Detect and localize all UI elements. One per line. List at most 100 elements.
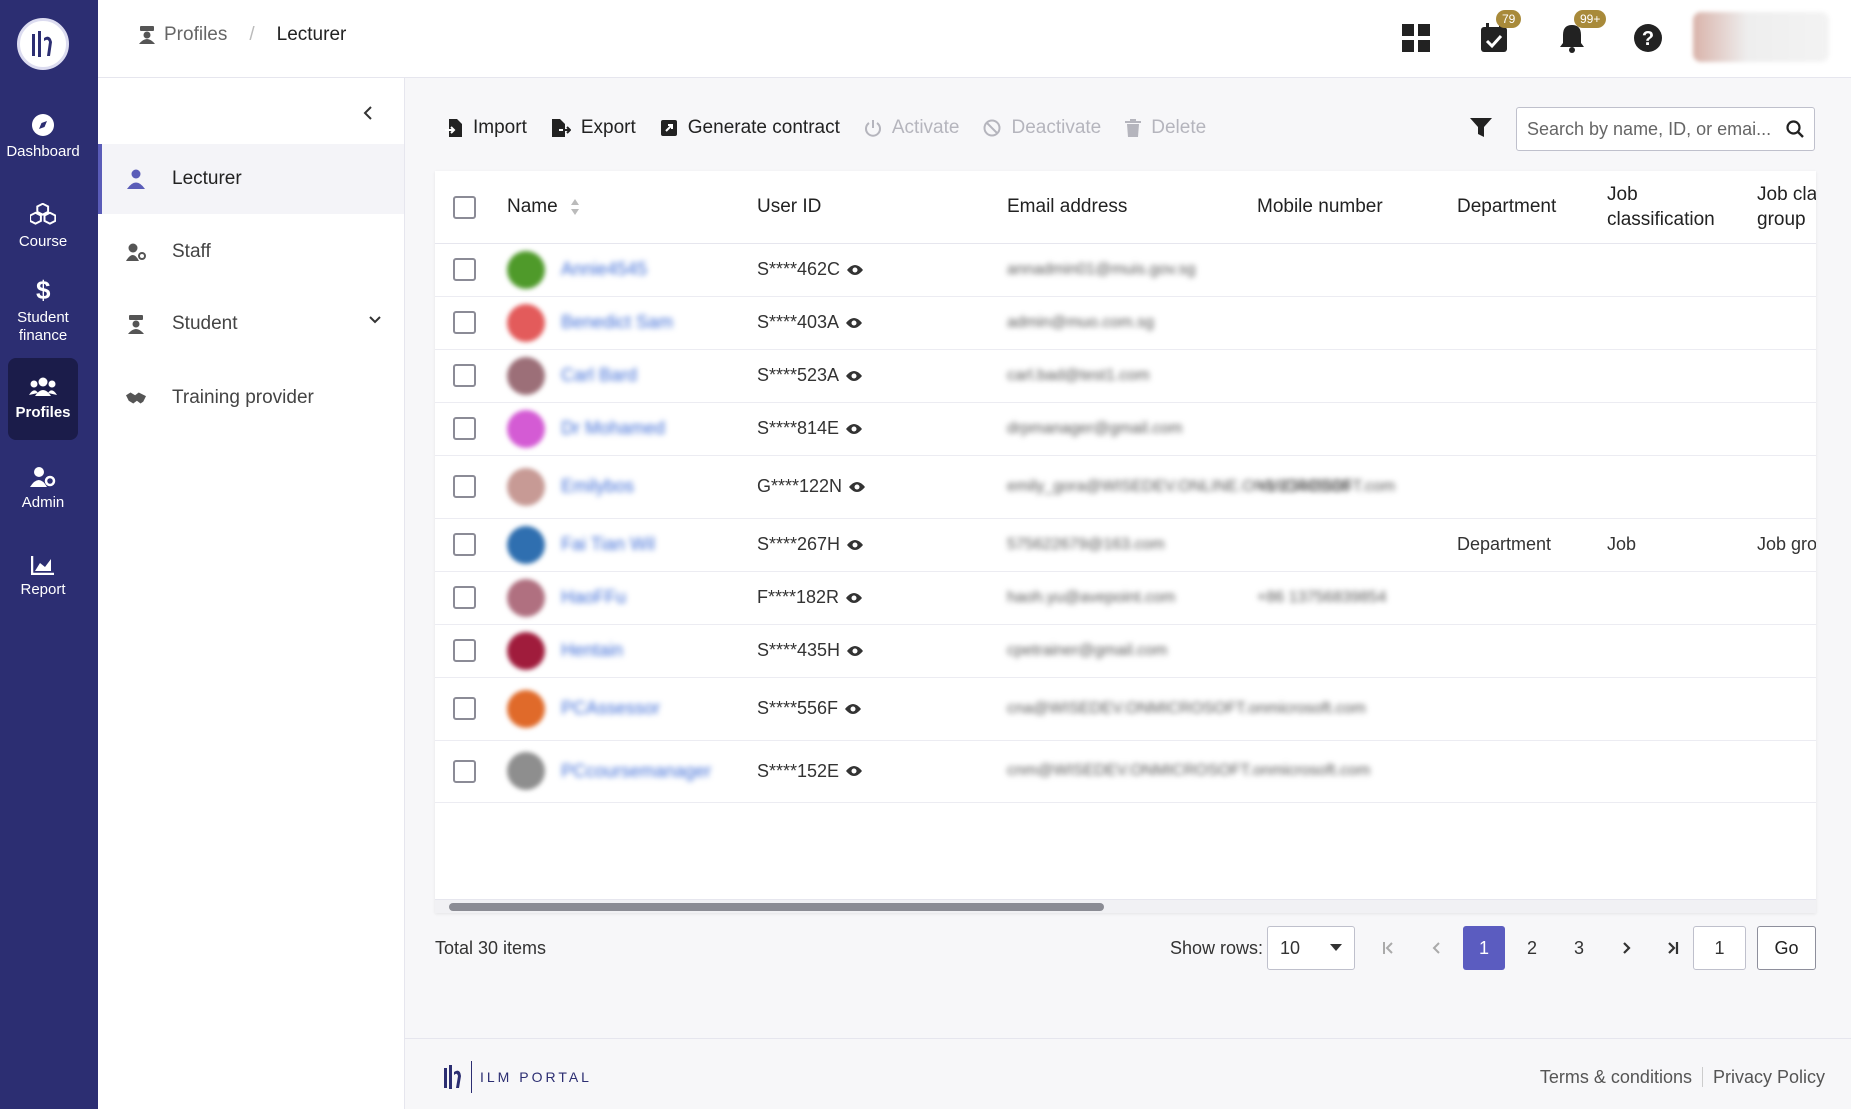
table-row[interactable]: Carl Bard S****523A carl.bad@test1.com bbox=[435, 349, 1816, 403]
row-checkbox[interactable] bbox=[453, 533, 476, 556]
table-row[interactable]: Dr Mohamed S****814E drpmanager@gmail.com bbox=[435, 402, 1816, 456]
total-items: Total 30 items bbox=[435, 938, 547, 958]
trash-icon bbox=[1125, 119, 1142, 137]
select-all-checkbox[interactable] bbox=[453, 195, 476, 219]
eye-icon[interactable] bbox=[845, 317, 863, 329]
page-3-button[interactable]: 3 bbox=[1558, 926, 1600, 970]
row-checkbox[interactable] bbox=[453, 475, 476, 498]
go-button[interactable]: Go bbox=[1757, 926, 1816, 970]
eye-icon[interactable] bbox=[845, 370, 863, 382]
table-row[interactable]: Hentain S****435H cpetrainer@gmail.com bbox=[435, 624, 1816, 678]
search-input[interactable] bbox=[1527, 118, 1786, 140]
goto-page-input[interactable]: 1 bbox=[1693, 926, 1746, 970]
row-checkbox[interactable] bbox=[453, 258, 476, 281]
row-checkbox[interactable] bbox=[453, 364, 476, 387]
scrollbar-thumb[interactable] bbox=[449, 903, 1104, 911]
lecturer-name-link[interactable]: Fai Tian Wil bbox=[561, 534, 655, 555]
horizontal-scrollbar[interactable] bbox=[435, 899, 1816, 913]
eye-icon[interactable] bbox=[846, 645, 864, 657]
table-row[interactable]: Fai Tian Wil S****267H 575622679@163.com De… bbox=[435, 518, 1816, 572]
handshake-icon bbox=[126, 392, 146, 404]
privacy-link[interactable]: Privacy Policy bbox=[1713, 1067, 1825, 1088]
subnav-item-training-provider[interactable]: Training provider bbox=[98, 363, 404, 433]
table-row[interactable]: Emilybos G****122N emily_gora@WISEDEV.ONLI… bbox=[435, 455, 1816, 519]
rail-item-course[interactable]: Course bbox=[8, 186, 78, 268]
breadcrumb-profiles[interactable]: Profiles bbox=[164, 24, 227, 46]
collapse-sidebar-button[interactable] bbox=[353, 98, 383, 128]
main-nav-rail: Dashboard Course $ Student finance Profi… bbox=[0, 0, 98, 1109]
app-logo[interactable] bbox=[17, 18, 69, 70]
row-checkbox[interactable] bbox=[453, 417, 476, 440]
delete-button[interactable]: Delete bbox=[1125, 117, 1206, 139]
export-button[interactable]: Export bbox=[551, 117, 636, 139]
page-1-button[interactable]: 1 bbox=[1463, 926, 1505, 970]
table-row[interactable]: HaoFFu F****182R haoh.yu@avepoint.com +86 1… bbox=[435, 571, 1816, 625]
notifications-button[interactable]: 99+ bbox=[1552, 10, 1607, 58]
eye-icon[interactable] bbox=[848, 481, 866, 493]
eye-icon[interactable] bbox=[844, 703, 862, 715]
lecturer-name-link[interactable]: HaoFFu bbox=[561, 587, 626, 608]
eye-icon[interactable] bbox=[845, 592, 863, 604]
rail-item-student-finance[interactable]: $ Student finance bbox=[8, 270, 78, 352]
subnav-item-lecturer[interactable]: Lecturer bbox=[98, 144, 404, 214]
rows-per-page-select[interactable]: 10 bbox=[1267, 926, 1355, 970]
next-page-button[interactable] bbox=[1606, 926, 1648, 970]
lecturer-name-link[interactable]: PCcoursemanager bbox=[561, 761, 711, 782]
rail-item-profiles[interactable]: Profiles bbox=[8, 358, 78, 440]
email-address: haoh.yu@avepoint.com bbox=[1007, 588, 1176, 606]
chart-icon bbox=[31, 556, 54, 575]
tasks-button[interactable]: 79 bbox=[1474, 10, 1522, 58]
terms-link[interactable]: Terms & conditions bbox=[1540, 1067, 1692, 1088]
chevron-right-icon bbox=[1623, 942, 1631, 954]
user-id: S****152E bbox=[757, 760, 840, 781]
row-checkbox[interactable] bbox=[453, 697, 476, 720]
eye-icon[interactable] bbox=[845, 765, 863, 777]
rows-per-page-value: 10 bbox=[1280, 937, 1301, 958]
column-header-name[interactable]: Name bbox=[495, 171, 745, 244]
rail-label: Report bbox=[20, 581, 66, 598]
activate-button[interactable]: Activate bbox=[864, 117, 959, 139]
page-2-button[interactable]: 2 bbox=[1511, 926, 1553, 970]
rail-item-dashboard[interactable]: Dashboard bbox=[6, 96, 80, 178]
lecturer-name-link[interactable]: PCAssessor bbox=[561, 698, 660, 719]
lecturer-name-link[interactable]: Carl Bard bbox=[561, 365, 637, 386]
eye-icon[interactable] bbox=[845, 423, 863, 435]
lecturer-name-link[interactable]: Hentain bbox=[561, 640, 623, 661]
row-checkbox[interactable] bbox=[453, 759, 476, 783]
subnav-item-staff[interactable]: Staff bbox=[98, 217, 404, 287]
eye-icon[interactable] bbox=[846, 264, 864, 276]
email-address: carl.bad@test1.com bbox=[1007, 366, 1150, 384]
chevron-down-icon[interactable] bbox=[368, 315, 382, 325]
sort-icon[interactable] bbox=[570, 198, 580, 216]
filter-button[interactable] bbox=[1470, 118, 1492, 143]
table-row[interactable]: Benedict Sam S****403A admin@muo.com.sg bbox=[435, 296, 1816, 350]
deactivate-button[interactable]: Deactivate bbox=[983, 117, 1101, 139]
lecturer-name-link[interactable]: Benedict Sam bbox=[561, 312, 673, 333]
rail-item-admin[interactable]: Admin bbox=[8, 448, 78, 530]
help-button[interactable]: ? bbox=[1628, 18, 1668, 58]
table-row[interactable]: PCcoursemanager S****152E cnm@WISEDEV.ONMI… bbox=[435, 740, 1816, 803]
lecturer-name-link[interactable]: Annie4545 bbox=[561, 259, 647, 280]
lecturer-name-link[interactable]: Emilybos bbox=[561, 476, 634, 497]
import-button[interactable]: Import bbox=[445, 117, 527, 139]
apps-grid-button[interactable] bbox=[1396, 18, 1436, 58]
row-checkbox[interactable] bbox=[453, 311, 476, 334]
footer-logo-text: ILM PORTAL bbox=[480, 1069, 592, 1085]
show-rows-label: Show rows: bbox=[1170, 938, 1264, 958]
table-row[interactable]: Annie4545 S****462C annadmin01@muis.gov.sg bbox=[435, 243, 1816, 297]
table-row[interactable]: PCAssessor S****556F cna@WISEDEV.ONMICROSO… bbox=[435, 677, 1816, 741]
deactivate-label: Deactivate bbox=[1011, 117, 1102, 138]
last-page-button[interactable] bbox=[1652, 926, 1694, 970]
rail-label: Student finance bbox=[17, 309, 69, 344]
lecturer-name-link[interactable]: Dr Mohamed bbox=[561, 418, 665, 439]
first-page-button[interactable] bbox=[1367, 926, 1409, 970]
row-checkbox[interactable] bbox=[453, 586, 476, 609]
row-checkbox[interactable] bbox=[453, 639, 476, 662]
eye-icon[interactable] bbox=[846, 539, 864, 551]
rail-item-report[interactable]: Report bbox=[8, 536, 78, 618]
search-icon[interactable] bbox=[1786, 120, 1804, 138]
user-avatar-menu[interactable] bbox=[1693, 12, 1829, 62]
prev-page-button[interactable] bbox=[1415, 926, 1457, 970]
subnav-item-student[interactable]: Student bbox=[98, 289, 404, 359]
generate-contract-button[interactable]: Generate contract bbox=[660, 117, 840, 139]
